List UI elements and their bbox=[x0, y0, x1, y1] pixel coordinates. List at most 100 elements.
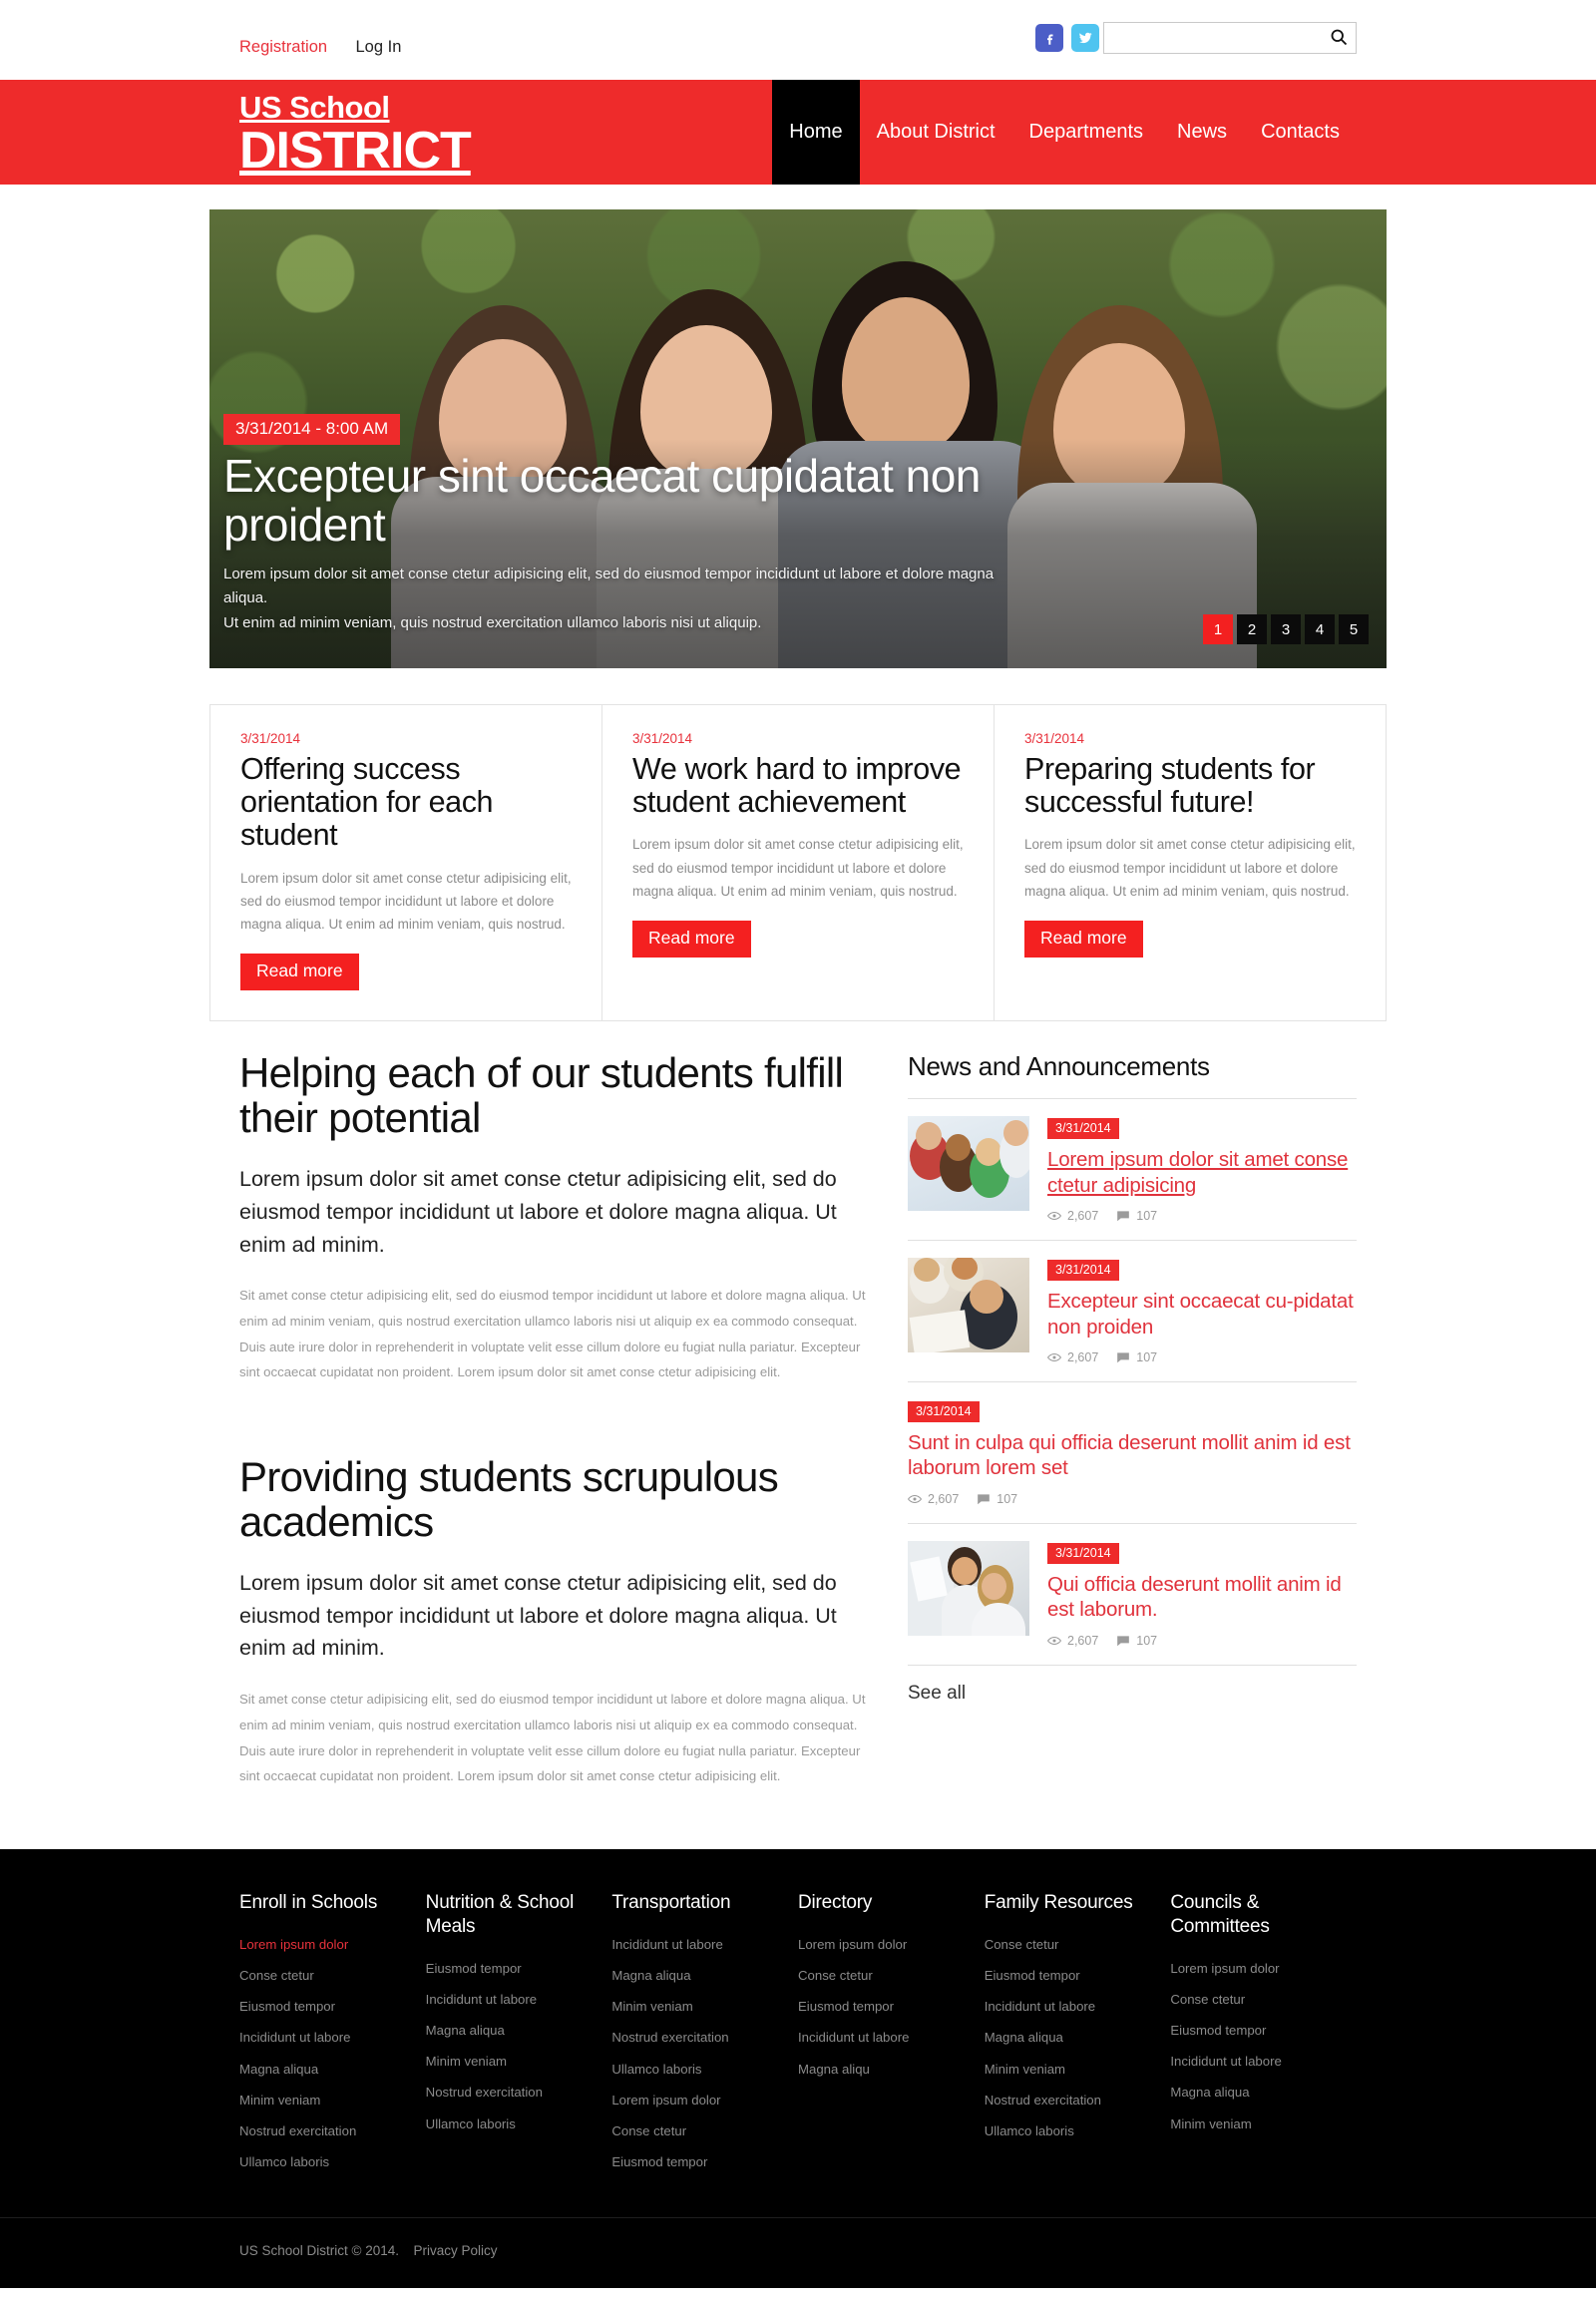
twitter-icon[interactable] bbox=[1071, 24, 1099, 52]
footer-link[interactable]: Nostrud exercitation bbox=[611, 2022, 780, 2053]
read-more-button[interactable]: Read more bbox=[240, 954, 359, 991]
footer-link[interactable]: Magna aliqua bbox=[985, 2022, 1153, 2053]
hero-slider[interactable]: 3/31/2014 - 8:00 AM Excepteur sint occae… bbox=[209, 209, 1387, 668]
footer-link[interactable]: Minim veniam bbox=[239, 2085, 408, 2115]
news-title-link[interactable]: Lorem ipsum dolor sit amet conse ctetur … bbox=[1047, 1147, 1357, 1198]
footer-link[interactable]: Minim veniam bbox=[426, 2046, 595, 2077]
comments-count: 107 bbox=[1116, 1634, 1157, 1648]
footer-column-directory: Directory Lorem ipsum dolor Conse ctetur… bbox=[798, 1891, 985, 2177]
comment-icon bbox=[978, 1494, 991, 1505]
news-title-link[interactable]: Excepteur sint occaecat cu-pidatat non p… bbox=[1047, 1289, 1357, 1340]
footer-link[interactable]: Nostrud exercitation bbox=[426, 2077, 595, 2108]
slider-page-1[interactable]: 1 bbox=[1203, 614, 1233, 644]
footer-link[interactable]: Lorem ipsum dolor bbox=[1170, 1953, 1339, 1984]
footer-column-title: Councils & Committees bbox=[1170, 1892, 1270, 1937]
facebook-icon[interactable] bbox=[1035, 24, 1063, 52]
views-count: 2,607 bbox=[1047, 1350, 1098, 1364]
footer-column-enroll-in-schools: Enroll in Schools Lorem ipsum dolor Cons… bbox=[239, 1891, 426, 2177]
privacy-policy-link[interactable]: Privacy Policy bbox=[413, 2243, 497, 2258]
feature-cards: 3/31/2014 Offering success orientation f… bbox=[209, 704, 1387, 1022]
footer-column-nutrition-school-meals: Nutrition & School Meals Eiusmod tempor … bbox=[426, 1891, 612, 2177]
news-date-badge: 3/31/2014 bbox=[1047, 1260, 1119, 1282]
news-thumbnail[interactable] bbox=[908, 1116, 1029, 1212]
logo-line-1: US School bbox=[239, 90, 390, 125]
footer-column-title: Enroll in Schools bbox=[239, 1892, 378, 1914]
content-section: Providing students scrupulous academics … bbox=[239, 1454, 868, 1789]
slider-page-3[interactable]: 3 bbox=[1271, 614, 1301, 644]
footer-link[interactable]: Eiusmod tempor bbox=[1170, 2015, 1339, 2046]
footer-link[interactable]: Conse ctetur bbox=[611, 2115, 780, 2146]
search-input[interactable] bbox=[1104, 23, 1320, 53]
slider-page-4[interactable]: 4 bbox=[1305, 614, 1335, 644]
footer-link[interactable]: Magna aliqua bbox=[426, 2015, 595, 2046]
footer-link[interactable]: Nostrud exercitation bbox=[239, 2115, 408, 2146]
nav-item-departments[interactable]: Departments bbox=[1012, 80, 1161, 185]
nav-item-home[interactable]: Home bbox=[772, 80, 860, 185]
eye-icon bbox=[1047, 1636, 1061, 1645]
footer-link[interactable]: Eiusmod tempor bbox=[985, 1960, 1153, 1991]
footer-link[interactable]: Magna aliqua bbox=[611, 1960, 780, 1991]
footer-link[interactable]: Minim veniam bbox=[985, 2054, 1153, 2085]
news-thumbnail[interactable] bbox=[908, 1258, 1029, 1353]
news-sidebar: News and Announcements 3/31/2014 Lorem i… bbox=[898, 1051, 1387, 1704]
login-link[interactable]: Log In bbox=[356, 38, 402, 56]
news-title-link[interactable]: Sunt in culpa qui officia deserunt molli… bbox=[908, 1430, 1357, 1481]
footer-link[interactable]: Eiusmod tempor bbox=[239, 1991, 408, 2022]
footer-link[interactable]: Eiusmod tempor bbox=[426, 1953, 595, 1984]
nav-item-contacts[interactable]: Contacts bbox=[1244, 80, 1357, 185]
site-logo[interactable]: US School DISTRICT bbox=[239, 90, 472, 177]
footer-link[interactable]: Incididunt ut labore bbox=[611, 1929, 780, 1960]
card-date: 3/31/2014 bbox=[240, 731, 301, 746]
footer-link[interactable]: Nostrud exercitation bbox=[985, 2085, 1153, 2115]
news-date-badge: 3/31/2014 bbox=[1047, 1542, 1119, 1564]
card-text: Lorem ipsum dolor sit amet conse ctetur … bbox=[1024, 837, 1356, 899]
footer-column-title: Transportation bbox=[611, 1892, 731, 1914]
search-box[interactable] bbox=[1103, 22, 1357, 54]
footer-link[interactable]: Lorem ipsum dolor bbox=[611, 2085, 780, 2115]
footer-link[interactable]: Eiusmod tempor bbox=[611, 2146, 780, 2177]
card-title: Offering success orientation for each st… bbox=[240, 752, 494, 853]
card-title: We work hard to improve student achievem… bbox=[632, 752, 962, 820]
read-more-button[interactable]: Read more bbox=[632, 921, 751, 959]
footer-link[interactable]: Conse ctetur bbox=[1170, 1984, 1339, 2015]
eye-icon bbox=[1047, 1352, 1061, 1362]
footer-link[interactable]: Lorem ipsum dolor bbox=[798, 1929, 967, 1960]
nav-item-about-district[interactable]: About District bbox=[860, 80, 1012, 185]
news-heading: News and Announcements bbox=[908, 1051, 1210, 1082]
footer-link[interactable]: Conse ctetur bbox=[798, 1960, 967, 1991]
footer-link[interactable]: Ullamco laboris bbox=[426, 2109, 595, 2139]
slider-page-2[interactable]: 2 bbox=[1237, 614, 1267, 644]
views-count: 2,607 bbox=[1047, 1209, 1098, 1223]
footer-link[interactable]: Incididunt ut labore bbox=[798, 2022, 967, 2053]
footer-link[interactable]: Lorem ipsum dolor bbox=[239, 1929, 408, 1960]
card-date: 3/31/2014 bbox=[632, 731, 693, 746]
nav-item-news[interactable]: News bbox=[1160, 80, 1244, 185]
footer-link[interactable]: Conse ctetur bbox=[985, 1929, 1153, 1960]
section-body: Sit amet conse ctetur adipisicing elit, … bbox=[239, 1692, 866, 1784]
card-text: Lorem ipsum dolor sit amet conse ctetur … bbox=[632, 837, 964, 899]
footer-link[interactable]: Minim veniam bbox=[1170, 2109, 1339, 2139]
feature-card: 3/31/2014 We work hard to improve studen… bbox=[601, 705, 994, 1021]
footer-link[interactable]: Magna aliqua bbox=[1170, 2077, 1339, 2108]
footer-link[interactable]: Ullamco laboris bbox=[611, 2054, 780, 2085]
news-title-link[interactable]: Qui officia deserunt mollit anim id est … bbox=[1047, 1572, 1357, 1623]
registration-link[interactable]: Registration bbox=[239, 38, 327, 56]
search-icon[interactable] bbox=[1328, 27, 1350, 49]
footer-link[interactable]: Minim veniam bbox=[611, 1991, 780, 2022]
comment-icon bbox=[1117, 1211, 1130, 1222]
footer-link[interactable]: Eiusmod tempor bbox=[798, 1991, 967, 2022]
read-more-button[interactable]: Read more bbox=[1024, 921, 1143, 959]
footer-link[interactable]: Incididunt ut labore bbox=[426, 1984, 595, 2015]
slider-page-5[interactable]: 5 bbox=[1339, 614, 1369, 644]
comment-icon bbox=[1117, 1635, 1130, 1646]
footer-link[interactable]: Ullamco laboris bbox=[239, 2146, 408, 2177]
see-all-link[interactable]: See all bbox=[908, 1664, 1357, 1705]
footer-link[interactable]: Incididunt ut labore bbox=[1170, 2046, 1339, 2077]
footer-link[interactable]: Magna aliqu bbox=[798, 2054, 967, 2085]
footer-link[interactable]: Incididunt ut labore bbox=[239, 2022, 408, 2053]
footer-link[interactable]: Conse ctetur bbox=[239, 1960, 408, 1991]
news-thumbnail[interactable] bbox=[908, 1540, 1029, 1636]
footer-link[interactable]: Incididunt ut labore bbox=[985, 1991, 1153, 2022]
footer-link[interactable]: Ullamco laboris bbox=[985, 2115, 1153, 2146]
footer-link[interactable]: Magna aliqua bbox=[239, 2054, 408, 2085]
